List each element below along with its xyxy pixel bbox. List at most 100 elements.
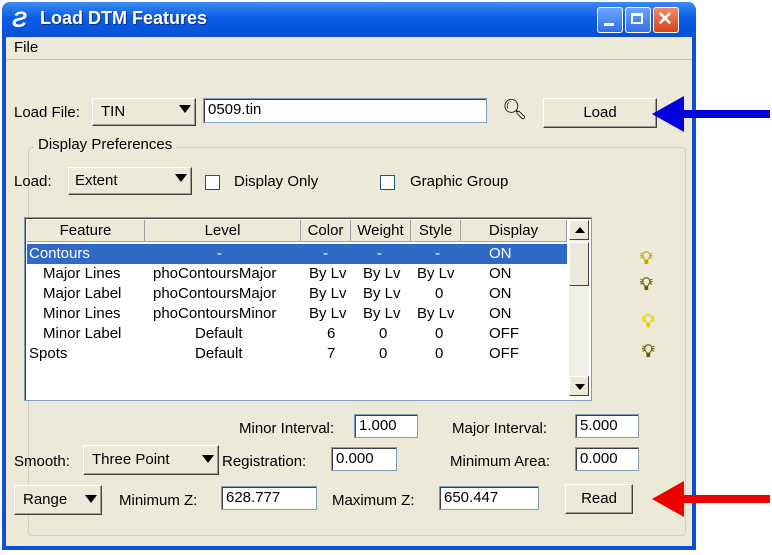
load-label: Load:	[14, 173, 52, 190]
cell-level: Default	[195, 325, 243, 342]
chevron-down-icon	[575, 384, 585, 390]
title-bar[interactable]: Ƨ Load DTM Features ✕	[2, 2, 696, 37]
load-file-input[interactable]: 0509.tin	[203, 98, 487, 123]
maximum-z-label: Maximum Z:	[332, 492, 415, 509]
lightbulb-off-icon[interactable]: 💡︎	[640, 274, 653, 295]
range-dropdown[interactable]: Range	[14, 485, 102, 515]
cell-style: 0	[435, 345, 444, 362]
features-table[interactable]: Feature Level Color Weight Style Display…	[24, 217, 592, 401]
cell-weight: By Lv	[363, 305, 401, 322]
cell-level: Default	[195, 345, 243, 362]
cell-weight: -	[377, 245, 382, 262]
menu-bar: File	[6, 37, 692, 60]
minimum-area-input[interactable]: 0.000	[575, 447, 639, 471]
cell-weight: 0	[379, 345, 388, 362]
major-interval-label: Major Interval:	[452, 420, 548, 437]
dialog-client-area: File Load File: TIN 0509.tin 🔍︎ Load Dis…	[6, 37, 692, 546]
load-extent-value: Extent	[75, 172, 118, 189]
chevron-up-icon	[575, 227, 585, 233]
minimum-z-label: Minimum Z:	[119, 492, 198, 509]
table-row[interactable]: Major Lines phoContoursMajor By Lv By Lv…	[27, 264, 567, 284]
cell-display: OFF	[489, 325, 519, 342]
scroll-down-button[interactable]	[569, 376, 589, 396]
cell-level: phoContoursMajor	[153, 265, 277, 282]
maximize-icon	[631, 13, 643, 24]
menu-file[interactable]: File	[14, 39, 38, 56]
table-row[interactable]: Minor Label Default 6 0 0 OFF	[27, 324, 567, 344]
maximize-button[interactable]	[625, 7, 651, 33]
cell-style: 0	[435, 285, 444, 302]
lightbulb-on-icon[interactable]: 💡︎	[640, 248, 653, 269]
cell-feature: Spots	[29, 345, 68, 362]
graphic-group-checkbox[interactable]	[380, 175, 395, 190]
cell-color: By Lv	[309, 265, 347, 282]
range-value: Range	[23, 491, 68, 508]
smooth-value: Three Point	[92, 451, 170, 468]
cell-feature: Contours	[29, 245, 90, 262]
close-button[interactable]: ✕	[653, 7, 679, 33]
table-row[interactable]: Spots Default 7 0 0 OFF	[27, 344, 567, 364]
close-icon: ✕	[657, 9, 673, 30]
graphic-group-label: Graphic Group	[410, 173, 509, 190]
column-header-weight[interactable]: Weight	[351, 220, 411, 242]
load-file-type-value: TIN	[101, 103, 126, 120]
cell-style: -	[435, 245, 440, 262]
registration-input[interactable]: 0.000	[331, 447, 397, 471]
cell-style: By Lv	[417, 265, 455, 282]
cell-level: phoContoursMinor	[153, 305, 277, 322]
display-only-checkbox[interactable]	[205, 175, 220, 190]
load-extent-dropdown[interactable]: Extent	[68, 167, 192, 195]
cell-color: -	[323, 245, 328, 262]
lightbulb-off-icon[interactable]: 💡︎	[642, 341, 655, 362]
cell-style: 0	[435, 325, 444, 342]
column-header-style[interactable]: Style	[411, 220, 461, 242]
smooth-label: Smooth:	[14, 453, 70, 470]
scroll-thumb[interactable]	[569, 242, 589, 286]
cell-display: ON	[489, 265, 512, 282]
smooth-dropdown[interactable]: Three Point	[83, 445, 219, 475]
table-row[interactable]: Minor Lines phoContoursMinor By Lv By Lv…	[27, 304, 567, 324]
cell-display: ON	[489, 285, 512, 302]
table-row[interactable]: Contours - - - - ON	[27, 244, 567, 264]
cell-level: -	[217, 245, 222, 262]
major-interval-input[interactable]: 5.000	[575, 414, 639, 438]
window-title: Load DTM Features	[40, 8, 208, 28]
cell-color: By Lv	[309, 285, 347, 302]
minimum-z-input[interactable]: 628.777	[221, 486, 317, 510]
column-header-level[interactable]: Level	[145, 220, 301, 242]
load-button[interactable]: Load	[543, 98, 657, 128]
display-preferences-title: Display Preferences	[34, 136, 177, 153]
table-row[interactable]: Major Label phoContoursMajor By Lv By Lv…	[27, 284, 567, 304]
cell-feature: Minor Lines	[43, 305, 121, 322]
cell-display: ON	[489, 305, 512, 322]
minor-interval-input[interactable]: 1.000	[354, 414, 418, 438]
cell-weight: 0	[379, 325, 388, 342]
minimum-area-label: Minimum Area:	[450, 453, 551, 470]
cell-feature: Major Label	[43, 285, 122, 302]
cell-level: phoContoursMajor	[153, 285, 277, 302]
chevron-down-icon	[202, 455, 214, 463]
cell-color: 6	[327, 325, 336, 342]
lightbulb-on-icon[interactable]: 💡︎	[642, 311, 655, 332]
column-header-color[interactable]: Color	[301, 220, 351, 242]
maximum-z-input[interactable]: 650.447	[439, 486, 539, 510]
minimize-button[interactable]	[597, 7, 623, 33]
cell-style: By Lv	[417, 305, 455, 322]
column-header-feature[interactable]: Feature	[27, 220, 145, 242]
app-icon: Ƨ	[12, 7, 27, 32]
cell-feature: Minor Label	[43, 325, 122, 342]
table-scrollbar[interactable]	[569, 220, 589, 396]
scroll-up-button[interactable]	[569, 220, 589, 240]
cell-weight: By Lv	[363, 285, 401, 302]
load-file-type-dropdown[interactable]: TIN	[92, 98, 196, 126]
chevron-down-icon	[85, 495, 97, 503]
cell-color: 7	[327, 345, 336, 362]
read-button[interactable]: Read	[565, 484, 633, 514]
search-icon[interactable]: 🔍︎	[502, 97, 527, 122]
chevron-down-icon	[175, 174, 187, 182]
column-header-display[interactable]: Display	[461, 220, 567, 242]
load-dtm-features-window: Ƨ Load DTM Features ✕ File Load File: TI…	[2, 2, 696, 550]
cell-feature: Major Lines	[43, 265, 121, 282]
minimize-icon	[604, 23, 614, 26]
cell-color: By Lv	[309, 305, 347, 322]
